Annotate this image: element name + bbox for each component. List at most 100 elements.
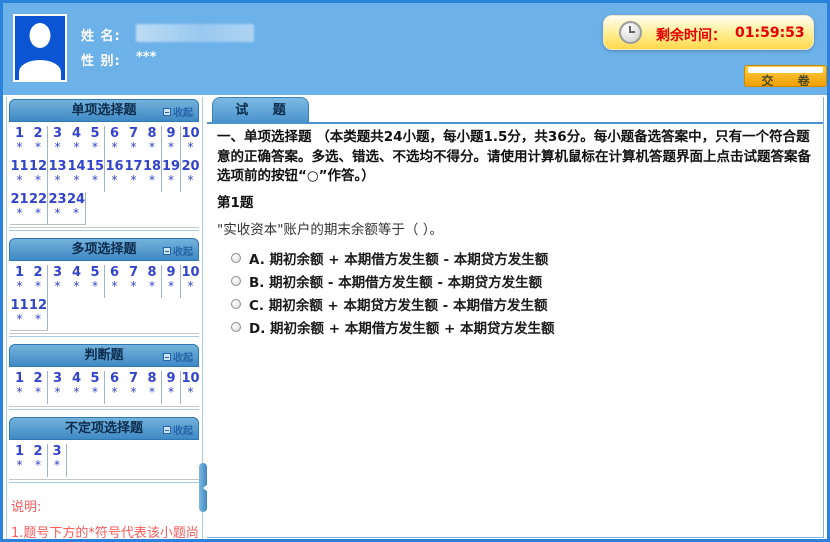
collapse-link[interactable]: 收起 [163, 100, 193, 123]
unanswered-mark: * [35, 460, 41, 471]
radio-icon[interactable] [231, 322, 241, 332]
submit-paper-button[interactable]: 交 卷 [744, 65, 827, 87]
question-number[interactable]: 11* [10, 298, 29, 331]
minimize-box-icon [163, 247, 171, 255]
collapse-link[interactable]: 收起 [163, 345, 193, 368]
question-number[interactable]: 8* [143, 265, 162, 298]
question-number[interactable]: 6* [105, 265, 124, 298]
question-number[interactable]: 1* [10, 444, 29, 477]
section-header: 单项选择题收起 [9, 99, 199, 122]
question-number[interactable]: 1* [10, 371, 29, 404]
question-navigator-sidebar: 单项选择题收起1*2*3*4*5*6*7*8*9*10*11*12*13*14*… [6, 97, 203, 539]
question-number[interactable]: 7* [124, 126, 143, 159]
section-header: 多项选择题收起 [9, 238, 199, 261]
answer-option[interactable]: D. 期初余额 + 本期借方发生额 + 本期贷方发生额 [231, 316, 819, 339]
question-number[interactable]: 17* [124, 159, 143, 192]
question-number[interactable]: 6* [105, 126, 124, 159]
question-number[interactable]: 7* [124, 265, 143, 298]
question-number-grid: 1*2*3*4*5*6*7*8*9*10*11*12*13*14*15*16*1… [9, 122, 199, 228]
question-number[interactable]: 4* [67, 126, 86, 159]
question-number[interactable]: 2* [29, 265, 48, 298]
unanswered-mark: * [35, 175, 41, 186]
question-number[interactable]: 13* [48, 159, 67, 192]
answer-option[interactable]: C. 期初余额 + 本期贷方发生额 - 本期借方发生额 [231, 293, 819, 316]
question-number[interactable]: 15* [86, 159, 105, 192]
unanswered-mark: * [168, 387, 174, 398]
collapse-label: 收起 [173, 104, 193, 119]
unanswered-mark: * [92, 175, 98, 186]
unanswered-mark: * [92, 142, 98, 153]
question-number[interactable]: 9* [162, 371, 181, 404]
unanswered-mark: * [131, 142, 137, 153]
legend-note-line: 说明: [11, 495, 199, 521]
radio-icon[interactable] [231, 253, 241, 263]
question-number[interactable]: 11* [10, 159, 29, 192]
question-number[interactable]: 22* [29, 192, 48, 225]
question-number[interactable]: 21* [10, 192, 29, 225]
question-number[interactable]: 2* [29, 126, 48, 159]
question-number[interactable]: 5* [86, 371, 105, 404]
question-number[interactable]: 14* [67, 159, 86, 192]
question-number[interactable]: 9* [162, 126, 181, 159]
question-number[interactable]: 10* [181, 126, 200, 159]
unanswered-mark: * [112, 142, 118, 153]
answer-option-text: A. 期初余额 + 本期借方发生额 - 本期贷方发生额 [249, 248, 548, 268]
question-number[interactable]: 2* [29, 371, 48, 404]
unanswered-mark: * [112, 281, 118, 292]
question-number[interactable]: 18* [143, 159, 162, 192]
question-number-title: 第1题 [217, 191, 819, 211]
sidebar-collapse-handle[interactable] [199, 463, 207, 512]
unanswered-mark: * [35, 208, 41, 219]
remaining-time-value: 01:59:53 [735, 25, 805, 45]
unanswered-mark: * [74, 175, 80, 186]
question-number[interactable]: 19* [162, 159, 181, 192]
question-number[interactable]: 10* [181, 371, 200, 404]
question-number[interactable]: 3* [48, 444, 67, 477]
collapse-label: 收起 [173, 243, 193, 258]
question-number[interactable]: 24* [67, 192, 86, 225]
gender-label: 性 别: [81, 50, 121, 69]
question-number[interactable]: 3* [48, 265, 67, 298]
unanswered-mark: * [74, 281, 80, 292]
unanswered-mark: * [149, 281, 155, 292]
question-number[interactable]: 16* [105, 159, 124, 192]
question-number[interactable]: 4* [67, 265, 86, 298]
question-number[interactable]: 3* [48, 371, 67, 404]
tab-underline [207, 122, 823, 124]
answer-option-text: D. 期初余额 + 本期借方发生额 + 本期贷方发生额 [249, 317, 554, 337]
question-number[interactable]: 8* [143, 126, 162, 159]
radio-icon[interactable] [231, 276, 241, 286]
unanswered-mark: * [149, 142, 155, 153]
radio-icon[interactable] [231, 299, 241, 309]
collapse-link[interactable]: 收起 [163, 239, 193, 262]
question-number[interactable]: 8* [143, 371, 162, 404]
unanswered-mark: * [55, 387, 61, 398]
question-number[interactable]: 2* [29, 444, 48, 477]
answer-option-text: B. 期初余额 - 本期借方发生额 - 本期贷方发生额 [249, 271, 542, 291]
question-number[interactable]: 7* [124, 371, 143, 404]
question-number[interactable]: 3* [48, 126, 67, 159]
answer-option[interactable]: A. 期初余额 + 本期借方发生额 - 本期贷方发生额 [231, 247, 819, 270]
question-number[interactable]: 9* [162, 265, 181, 298]
question-number[interactable]: 10* [181, 265, 200, 298]
collapse-link[interactable]: 收起 [163, 418, 193, 441]
unanswered-mark: * [17, 460, 23, 471]
question-number[interactable]: 5* [86, 126, 105, 159]
tab-questions[interactable]: 试 题 [212, 97, 309, 122]
answer-option-text: C. 期初余额 + 本期贷方发生额 - 本期借方发生额 [249, 294, 547, 314]
unanswered-mark: * [74, 387, 80, 398]
question-number[interactable]: 20* [181, 159, 200, 192]
unanswered-mark: * [35, 314, 41, 325]
answer-option[interactable]: B. 期初余额 - 本期借方发生额 - 本期贷方发生额 [231, 270, 819, 293]
exam-header: 姓 名: 性 别: *** 剩余时间： 01:59:53 交 卷 [3, 3, 827, 95]
question-number[interactable]: 1* [10, 265, 29, 298]
question-number[interactable]: 12* [29, 298, 48, 331]
clock-icon [619, 21, 642, 44]
question-number[interactable]: 12* [29, 159, 48, 192]
unanswered-mark: * [74, 142, 80, 153]
question-number[interactable]: 23* [48, 192, 67, 225]
question-number[interactable]: 5* [86, 265, 105, 298]
question-number[interactable]: 4* [67, 371, 86, 404]
question-number[interactable]: 1* [10, 126, 29, 159]
question-number[interactable]: 6* [105, 371, 124, 404]
